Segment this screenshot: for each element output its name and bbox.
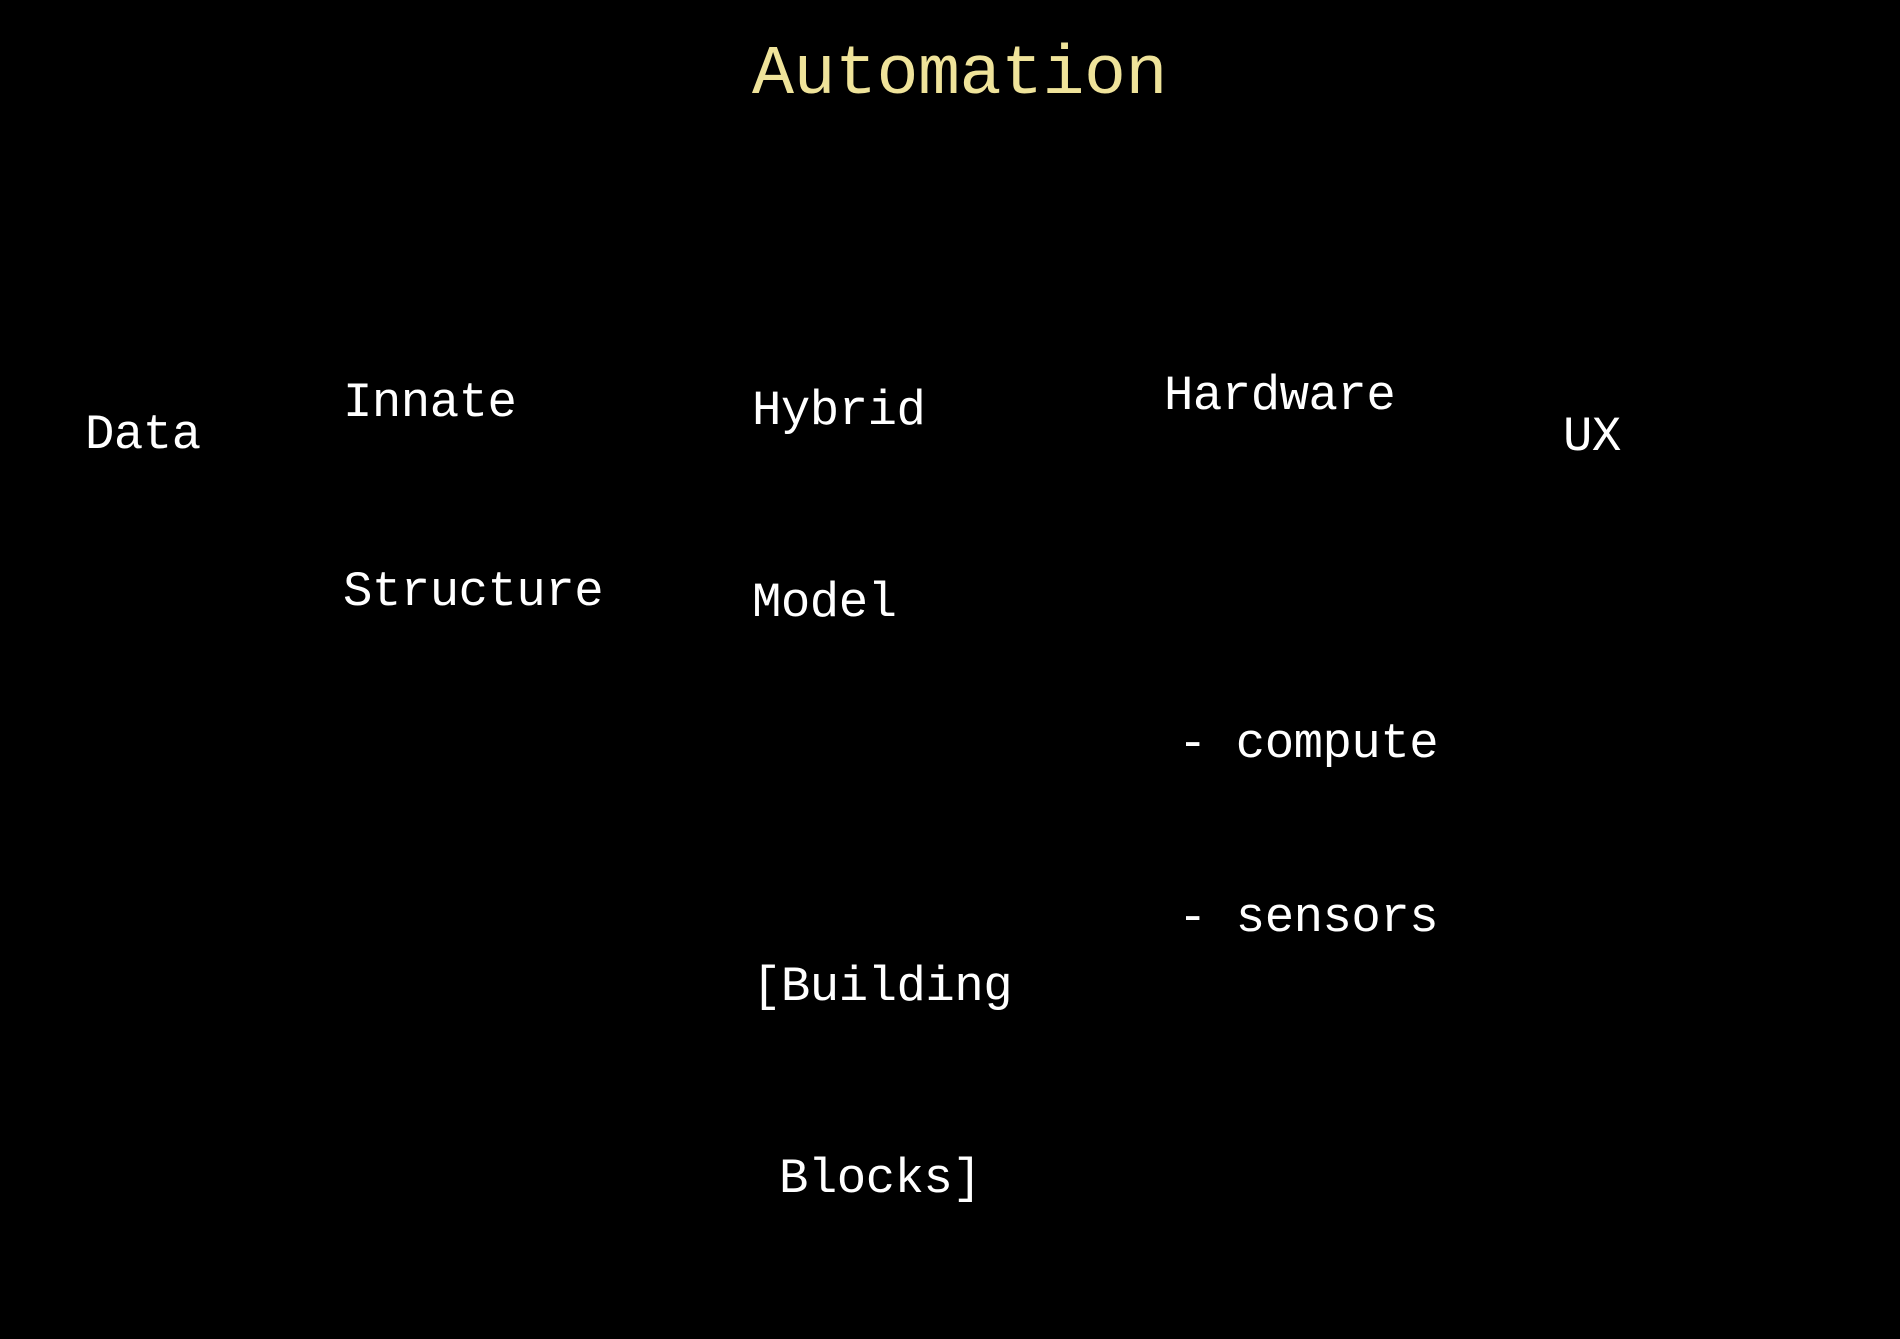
column-ux-heading: UX [1563,409,1621,465]
column-hardware-heading: Hardware [1164,368,1396,424]
column-ux: UX [1563,280,1679,595]
column-data-heading: Data [85,407,201,463]
column-hybrid-model-note-line-2: Blocks] [779,1151,982,1207]
column-hybrid-model-heading-line-2: Model [752,575,897,631]
column-innate-structure-heading-line-2: Structure [343,564,604,620]
column-hardware-bullet-sensors: - sensors [1178,890,1439,946]
column-data: Data [85,278,201,593]
column-innate-structure-heading-line-1: Innate [343,375,517,431]
column-hybrid-model-note-line-1: [Building [752,959,1013,1015]
column-hybrid-model-heading-line-1: Hybrid [752,383,926,439]
slide: Automation Data Innate Structure Hybrid … [0,0,1900,1207]
column-hybrid-model: Hybrid Model [Building Blocks] [752,251,1013,1339]
slide-title: Automation [752,36,1168,115]
column-hardware: Hardware - compute - sensors [1164,251,1439,1063]
column-hardware-bullet-compute: - compute [1178,716,1439,772]
column-innate-structure: Innate Structure [343,246,604,750]
